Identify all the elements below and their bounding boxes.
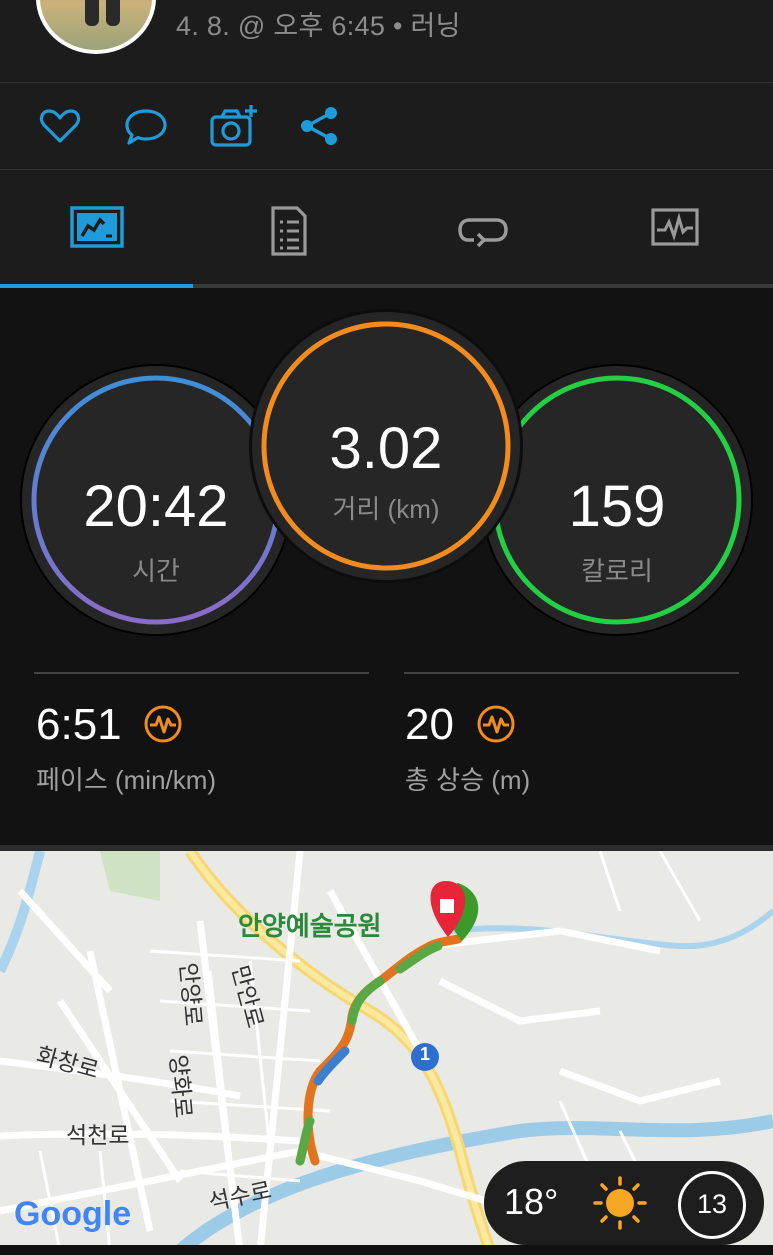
map-road-label: 양화로 — [165, 1053, 197, 1120]
time-value: 20:42 — [83, 474, 229, 539]
avatar[interactable] — [36, 0, 156, 54]
activity-subtitle: 4. 8. @ 오후 6:45 • 러닝 — [176, 11, 461, 41]
stats-panel: 20:42 시간 159 칼로리 3.02 거리 (km) 6:51 페이스 (… — [0, 288, 773, 845]
calories-value: 159 — [568, 474, 666, 539]
tab-overview[interactable] — [0, 170, 193, 286]
sun-icon — [593, 1176, 647, 1230]
chart-pulse-icon[interactable] — [476, 704, 516, 744]
calories-ring: 159 칼로리 — [483, 366, 751, 634]
share-icon — [301, 107, 337, 145]
time-ring: 20:42 시간 — [22, 366, 290, 634]
add-photo-button[interactable] — [209, 103, 259, 149]
action-bar — [0, 83, 773, 170]
distance-label: 거리 (km) — [332, 494, 440, 524]
distance-value: 3.02 — [329, 416, 443, 481]
pace-value: 6:51 — [36, 700, 122, 749]
comment-button[interactable] — [123, 103, 169, 149]
tab-details[interactable] — [193, 170, 386, 286]
activity-header: 4. 8. @ 오후 6:45 • 러닝 — [0, 0, 773, 83]
ascent-value: 20 — [405, 700, 454, 749]
distance-ring: 3.02 거리 (km) — [252, 312, 520, 580]
details-list-icon — [271, 206, 307, 256]
route-map[interactable]: 안양예술공원 안양로 만안로 화창로 양화로 석천로 석수로 1 Google … — [0, 845, 773, 1251]
calories-label: 칼로리 — [581, 556, 653, 586]
divider — [34, 672, 369, 674]
avatar-photo-detail — [106, 0, 120, 26]
map-place-label: 안양예술공원 — [238, 911, 382, 941]
divider — [404, 672, 739, 674]
charts-icon — [651, 208, 699, 246]
wind-value: 13 — [696, 1189, 728, 1219]
wind-dial: 13 — [678, 1171, 746, 1239]
google-logo: Google — [14, 1195, 132, 1233]
activity-tabs — [0, 170, 773, 286]
share-button[interactable] — [297, 103, 343, 149]
stats-overview-icon — [70, 206, 124, 248]
route-badge: 1 — [419, 1044, 430, 1064]
tab-laps[interactable] — [386, 170, 579, 286]
map-road-label: 안양로 — [175, 961, 207, 1028]
chart-pulse-icon[interactable] — [143, 704, 183, 744]
laps-icon — [458, 218, 508, 248]
comment-icon — [125, 109, 167, 145]
time-label: 시간 — [132, 556, 180, 586]
tab-charts[interactable] — [579, 170, 772, 286]
map-road-label: 석천로 — [66, 1122, 130, 1148]
pace-label: 페이스 (min/km) — [36, 765, 217, 795]
camera-plus-icon — [210, 105, 257, 147]
heart-icon — [39, 109, 81, 143]
ascent-label: 총 상승 (m) — [405, 765, 531, 795]
weather-widget[interactable]: 18° 13 — [484, 1161, 764, 1245]
weather-temperature: 18° — [504, 1181, 559, 1222]
like-button[interactable] — [37, 103, 83, 149]
bottom-bar — [0, 1245, 773, 1255]
avatar-photo-detail — [85, 0, 99, 26]
